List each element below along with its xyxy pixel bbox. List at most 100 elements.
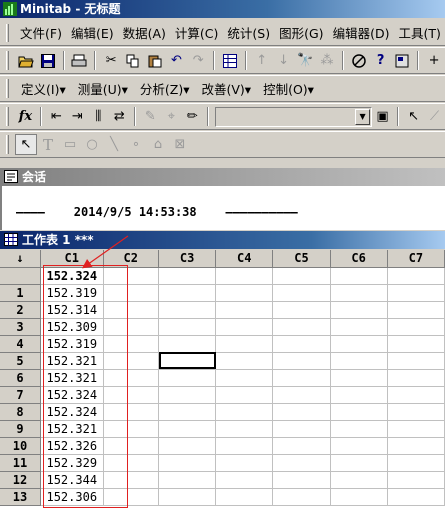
data-cell[interactable] — [330, 403, 388, 421]
menu-edit[interactable]: 编辑(E) — [69, 23, 121, 42]
data-cell[interactable] — [387, 403, 445, 421]
row-header[interactable]: 10 — [0, 437, 41, 455]
find-icon[interactable]: 🔭 — [294, 50, 316, 71]
data-cell[interactable] — [103, 335, 160, 353]
data-cell[interactable] — [387, 318, 445, 336]
edit-line-icon[interactable]: ⟋ — [424, 106, 445, 127]
column-name-cell[interactable]: 152.324 — [40, 267, 104, 285]
row-header[interactable]: 1 — [0, 284, 41, 302]
data-cell[interactable]: 152.321 — [40, 420, 104, 438]
new-item-icon[interactable]: + — [423, 50, 445, 71]
row-header[interactable]: 2 — [0, 301, 41, 319]
formula-icon[interactable]: fx — [15, 106, 36, 127]
data-cell[interactable] — [387, 284, 445, 302]
data-cell[interactable] — [158, 318, 217, 336]
analyze-menu[interactable]: 分析(Z)▾ — [134, 79, 196, 98]
data-cell[interactable] — [330, 301, 388, 319]
data-cell[interactable] — [330, 471, 388, 489]
insert-columns-icon[interactable]: ⫼ — [88, 106, 109, 127]
open-icon[interactable] — [15, 50, 37, 71]
graph-select-combo[interactable]: ▼ — [214, 106, 373, 127]
column-header-c1[interactable]: C1 — [40, 250, 104, 268]
selected-cell[interactable] — [158, 352, 217, 370]
data-cell[interactable]: 152.319 — [40, 335, 104, 353]
data-cell[interactable] — [103, 420, 160, 438]
data-cell[interactable] — [387, 488, 445, 506]
data-cell[interactable] — [272, 437, 331, 455]
data-cell[interactable] — [215, 352, 274, 370]
data-cell[interactable] — [330, 369, 388, 387]
data-cell[interactable] — [158, 403, 217, 421]
menu-editor[interactable]: 编辑器(D) — [331, 23, 397, 42]
column-header-c3[interactable]: C3 — [158, 250, 217, 268]
ellipse-tool-icon[interactable]: ○ — [81, 134, 103, 155]
data-cell[interactable] — [387, 301, 445, 319]
select-pointer-icon[interactable]: ↖ — [15, 134, 37, 155]
arrow-down-icon[interactable]: ↓ — [273, 50, 295, 71]
data-cell[interactable] — [387, 386, 445, 404]
session-window[interactable]: ———— 2014/9/5 14:53:38 —————————— — [0, 186, 445, 230]
data-cell[interactable] — [103, 369, 160, 387]
data-cell[interactable] — [215, 403, 274, 421]
row-header[interactable]: 3 — [0, 318, 41, 336]
row-header[interactable]: 13 — [0, 488, 41, 506]
data-cell[interactable]: 152.324 — [40, 386, 104, 404]
data-cell[interactable] — [330, 437, 388, 455]
data-cell[interactable] — [330, 454, 388, 472]
data-cell[interactable]: 152.314 — [40, 301, 104, 319]
polyline-tool-icon[interactable]: ⊠ — [169, 134, 191, 155]
worksheet-grid[interactable]: ↓ C1 C2 C3 C4 C5 C6 C7 152.324 1 152.319 2 152.314 3 1… — [0, 250, 445, 508]
data-cell[interactable]: 152.344 — [40, 471, 104, 489]
data-cell[interactable] — [158, 454, 217, 472]
entry-direction-arrow-icon[interactable]: ↓ — [0, 250, 41, 268]
data-cell[interactable] — [103, 386, 160, 404]
insert-cells-icon[interactable]: ⇤ — [46, 106, 67, 127]
project-manager-icon[interactable] — [391, 50, 413, 71]
data-cell[interactable] — [387, 352, 445, 370]
data-cell[interactable] — [103, 488, 160, 506]
polygon-tool-icon[interactable]: ⌂ — [147, 134, 169, 155]
cancel-icon[interactable] — [348, 50, 370, 71]
menu-tools[interactable]: 工具(T) — [396, 23, 445, 42]
row-header[interactable]: 5 — [0, 352, 41, 370]
paste-icon[interactable] — [144, 50, 166, 71]
data-cell[interactable] — [103, 352, 160, 370]
data-cell[interactable] — [330, 352, 388, 370]
save-icon[interactable] — [37, 50, 59, 71]
help-icon[interactable]: ? — [370, 50, 392, 71]
data-cell[interactable] — [215, 420, 274, 438]
menu-file[interactable]: 文件(F) — [18, 23, 69, 42]
data-cell[interactable] — [272, 420, 331, 438]
data-cell[interactable]: 152.321 — [40, 352, 104, 370]
data-cell[interactable] — [387, 335, 445, 353]
data-cell[interactable] — [215, 335, 274, 353]
data-cell[interactable] — [272, 284, 331, 302]
point-tool-icon[interactable]: ∘ — [125, 134, 147, 155]
pencil-icon[interactable]: ✏ — [182, 106, 203, 127]
measure-menu[interactable]: 测量(U)▾ — [72, 79, 134, 98]
move-columns-icon[interactable]: ⇄ — [109, 106, 130, 127]
copy-icon[interactable] — [122, 50, 144, 71]
data-cell[interactable] — [272, 386, 331, 404]
data-cell[interactable] — [103, 437, 160, 455]
data-cell[interactable] — [158, 284, 217, 302]
column-name-cell[interactable] — [158, 267, 217, 285]
cut-icon[interactable]: ✂ — [100, 50, 122, 71]
data-cell[interactable] — [272, 352, 331, 370]
print-icon[interactable] — [69, 50, 91, 71]
column-name-cell[interactable] — [215, 267, 274, 285]
row-header[interactable]: 7 — [0, 386, 41, 404]
data-cell[interactable] — [103, 301, 160, 319]
data-cell[interactable] — [158, 488, 217, 506]
row-header[interactable]: 12 — [0, 471, 41, 489]
control-menu[interactable]: 控制(O)▾ — [257, 79, 320, 98]
session-title-bar[interactable]: 会话 — [0, 168, 445, 186]
data-cell[interactable] — [215, 454, 274, 472]
line-tool-icon[interactable]: ╲ — [103, 134, 125, 155]
menu-graph[interactable]: 图形(G) — [277, 23, 330, 42]
crosshair-icon[interactable]: ⌖ — [161, 106, 182, 127]
chevron-down-icon[interactable]: ▼ — [355, 108, 371, 125]
data-cell[interactable] — [103, 403, 160, 421]
undo-icon[interactable]: ↶ — [166, 50, 188, 71]
data-cell[interactable]: 152.329 — [40, 454, 104, 472]
